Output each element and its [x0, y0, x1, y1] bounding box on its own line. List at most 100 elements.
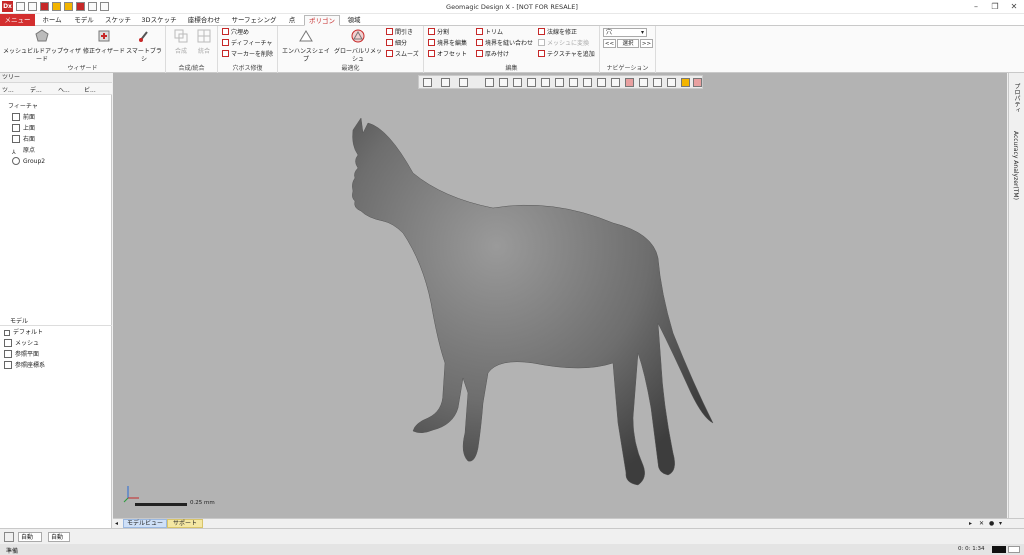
menu-icon[interactable]: ▾ [999, 520, 1002, 527]
remove-markers-button[interactable]: マーカーを削除 [222, 50, 273, 59]
smooth-button[interactable]: スムーズ [386, 50, 419, 59]
tab-alignment[interactable]: 座標合わせ [184, 15, 224, 26]
decimate-button[interactable]: 間引き [386, 28, 413, 37]
subdivide-button[interactable]: 細分 [386, 39, 407, 48]
fix-normals-button[interactable]: 法線を修正 [538, 28, 577, 37]
mesh-buildup-wizard-button[interactable]: メッシュビルドアップウィザード [2, 29, 82, 64]
select-edge-icon[interactable] [541, 78, 550, 87]
edit-boundary-button[interactable]: 境界を編集 [428, 39, 467, 48]
right-dock: プロパティ Accuracy Analyzer(TM) [1008, 73, 1024, 518]
tab-surfacing[interactable]: サーフェシング [228, 15, 280, 26]
tab-menu[interactable]: メニュー [0, 14, 35, 26]
tree-item-ref-coords[interactable]: 参照座標系 [4, 361, 45, 371]
close-tab-icon[interactable]: ✕ [979, 520, 984, 527]
tab-tree[interactable]: ツ... [2, 85, 14, 94]
add-texture-button[interactable]: テクスチャを追加 [538, 50, 595, 59]
close-icon[interactable]: ✕ [1006, 1, 1022, 13]
minimize-icon[interactable]: – [968, 1, 984, 13]
nav-select-button[interactable]: 選択 [617, 39, 639, 48]
selection-filter-icon[interactable] [4, 532, 14, 542]
properties-tab[interactable]: プロパティ [1012, 83, 1021, 113]
tab-polygon[interactable]: ポリゴン [304, 15, 340, 26]
status-indicator-2 [1008, 546, 1020, 553]
mesh-icon [4, 339, 12, 347]
enhance-shape-button[interactable]: エンハンスシェイプ [281, 29, 331, 64]
tab-model[interactable]: モデル [70, 15, 98, 26]
scroll-left-icon[interactable]: ◂ [115, 520, 118, 527]
tree-item-default[interactable]: デフォルト [4, 328, 43, 338]
tree-item-ref-planes[interactable]: 参照平面 [4, 350, 39, 360]
tab-home[interactable]: ホーム [38, 15, 66, 26]
tree-item-group2[interactable]: Group2 [12, 157, 45, 167]
select-region-icon[interactable] [527, 78, 536, 87]
select-circle-icon[interactable] [597, 78, 606, 87]
tree-item-mesh[interactable]: メッシュ [4, 339, 39, 349]
select-paint-icon[interactable] [639, 78, 648, 87]
stitch-boundary-button[interactable]: 境界を縫い合わせ [476, 39, 533, 48]
auto-select-2[interactable]: 自動 [48, 532, 70, 542]
enhance-shape-icon [299, 30, 313, 42]
select-face-icon[interactable] [499, 78, 508, 87]
tab-sketch[interactable]: スケッチ [102, 15, 134, 26]
maximize-icon[interactable]: ❐ [987, 1, 1003, 13]
nav-next-button[interactable]: >> [640, 39, 653, 48]
fill-holes-button[interactable]: 穴埋め [222, 28, 249, 37]
accuracy-analyzer-tab[interactable]: Accuracy Analyzer(TM) [1012, 131, 1019, 200]
nav-prev-button[interactable]: << [603, 39, 616, 48]
select-fill-icon[interactable] [667, 78, 676, 87]
select-line-icon[interactable] [569, 78, 578, 87]
convert-to-mesh-button[interactable]: メッシュに変換 [538, 39, 589, 48]
auto-select-1[interactable]: 自動 [18, 532, 42, 542]
fix-wizard-button[interactable]: 修正ウィザード [82, 29, 126, 56]
tree-item-front[interactable]: 前面 [12, 113, 35, 123]
global-remesh-button[interactable]: グローバルリメッシュ [332, 29, 384, 64]
3d-viewport[interactable]: 0.25 mm [113, 73, 1007, 518]
select-mode-icon[interactable] [693, 78, 702, 87]
axis-icon [123, 486, 139, 503]
tree-panel: ツリー ツ... デ... ヘ... ビ... フィーチャ 前面 上面 右面 ⅄… [0, 73, 112, 528]
select-extend-icon[interactable] [681, 78, 690, 87]
split-button[interactable]: 分割 [428, 28, 449, 37]
scale-label: 0.25 mm [190, 500, 215, 506]
merge-button[interactable]: 合成 [170, 29, 192, 56]
play-icon[interactable]: ▸ [969, 520, 972, 527]
tab-support[interactable]: サポート [167, 519, 203, 528]
select-rect-icon[interactable] [583, 78, 592, 87]
tab-3d-sketch[interactable]: 3Dスケッチ [138, 15, 180, 26]
record-icon[interactable]: ● [989, 520, 994, 527]
view-render-icon[interactable] [459, 78, 468, 87]
select-lasso-icon[interactable] [653, 78, 662, 87]
select-vertex-icon[interactable] [555, 78, 564, 87]
tree-item-top[interactable]: 上面 [12, 124, 35, 134]
combine-button[interactable]: 統合 [193, 29, 215, 56]
ribbon-tabs: メニュー ホーム モデル スケッチ 3Dスケッチ 座標合わせ サーフェシング 点… [0, 14, 1024, 26]
select-poly-icon[interactable] [611, 78, 620, 87]
dog-mesh-model[interactable] [113, 73, 1007, 518]
navigation-select[interactable]: 穴 ▾ [603, 28, 647, 37]
view-select-icon[interactable] [485, 78, 494, 87]
select-brush-icon[interactable] [625, 78, 634, 87]
defeature-button[interactable]: ディフィーチャ [222, 39, 272, 48]
offset-button[interactable]: オフセット [428, 50, 467, 59]
group-merge-label: 合成/統合 [178, 65, 205, 72]
tab-display[interactable]: デ... [30, 85, 42, 94]
remove-markers-icon [222, 50, 229, 57]
select-body-icon[interactable] [513, 78, 522, 87]
tree-item-right[interactable]: 右面 [12, 135, 35, 145]
status-ready: 準備 [6, 548, 19, 555]
tree-item-origin[interactable]: ⅄ 原点 [12, 146, 35, 156]
tab-point[interactable]: 点 [284, 15, 300, 26]
tab-region[interactable]: 領域 [343, 15, 365, 26]
thicken-button[interactable]: 厚み付け [476, 50, 509, 59]
smart-brush-button[interactable]: スマートブラシ [124, 29, 164, 64]
view-orient-icon[interactable] [423, 78, 432, 87]
trim-button[interactable]: トリム [476, 28, 503, 37]
fix-wizard-icon [98, 30, 110, 42]
view-cube-icon[interactable] [441, 78, 450, 87]
tab-help[interactable]: ヘ... [58, 85, 70, 94]
tab-view[interactable]: ビ... [84, 85, 96, 94]
tab-model-view[interactable]: モデルビュー [123, 519, 167, 528]
trim-icon [476, 28, 483, 35]
group-hole-label: 穴ボス修復 [232, 65, 263, 72]
view-toolbar [418, 75, 703, 89]
